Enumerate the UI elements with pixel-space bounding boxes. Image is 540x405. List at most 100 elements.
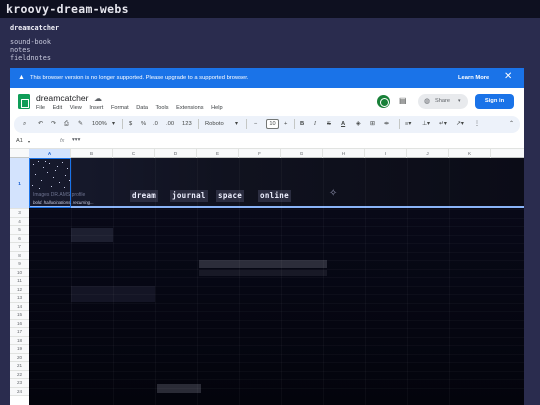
font-size-input[interactable]: 10 — [266, 119, 279, 129]
row-header-11[interactable]: 11 — [10, 277, 29, 286]
document-title[interactable]: dreamcatcher — [36, 93, 89, 103]
more-formats-button[interactable]: 123 — [182, 120, 192, 128]
row-header-18[interactable]: 18 — [10, 336, 29, 345]
row-header-13[interactable]: 13 — [10, 294, 29, 303]
menu-tools[interactable]: Tools — [156, 105, 169, 111]
learn-more-link[interactable]: Learn More — [458, 75, 489, 81]
column-header-a[interactable]: A — [29, 149, 71, 158]
nav-link-notes[interactable]: notes — [10, 46, 59, 54]
collapse-toolbar-icon[interactable]: ⌃ — [509, 120, 514, 128]
grid-line — [29, 345, 524, 346]
dim-cell-block — [199, 260, 327, 268]
font-chevron-icon[interactable]: ▾ — [235, 120, 238, 128]
cloud-status-icon[interactable]: ☁ — [94, 94, 102, 103]
row-header-6[interactable]: 6 — [10, 234, 29, 243]
row-header-10[interactable]: 10 — [10, 268, 29, 277]
sign-in-button[interactable]: Sign in — [475, 94, 514, 109]
row-header-9[interactable]: 9 — [10, 260, 29, 269]
grid-line — [29, 379, 524, 380]
formula-input[interactable]: ▾▾▾ — [72, 137, 80, 143]
italic-button[interactable]: I — [314, 120, 316, 128]
column-header-e[interactable]: E — [197, 149, 239, 158]
close-icon[interactable]: ✕ — [504, 72, 512, 82]
search-menus-icon[interactable]: ⌕ — [23, 120, 26, 128]
column-header-g[interactable]: G — [281, 149, 323, 158]
menu-data[interactable]: Data — [136, 105, 148, 111]
nav-tag-journal[interactable]: journal — [170, 190, 208, 202]
name-box[interactable]: A1 — [16, 138, 23, 144]
borders-icon[interactable]: ⊞ — [370, 120, 375, 128]
percent-format-button[interactable]: % — [141, 120, 146, 128]
strikethrough-button[interactable]: S — [327, 120, 331, 128]
sparkle-icon: ✧ — [329, 188, 338, 199]
more-icon[interactable]: ⋮ — [474, 120, 480, 128]
zoom-select[interactable]: 100% — [92, 120, 107, 128]
sheets-logo-icon[interactable] — [18, 94, 30, 109]
row-header-17[interactable]: 17 — [10, 328, 29, 337]
row-header-15[interactable]: 15 — [10, 311, 29, 320]
row-header-5[interactable]: 5 — [10, 226, 29, 235]
nav-tag-online[interactable]: online — [258, 190, 291, 202]
merge-cells-icon[interactable]: ⇹ — [384, 120, 389, 128]
row-header-20[interactable]: 20 — [10, 353, 29, 362]
horizontal-align-icon[interactable]: ≡▾ — [405, 120, 411, 128]
toolbar: ⌕ ↶ ↷ ⎙ ✎ 100% ▾ $ % .0 .00 123 Roboto ▾… — [14, 116, 520, 133]
menu-view[interactable]: View — [70, 105, 82, 111]
bold-button[interactable]: B — [300, 120, 304, 128]
share-button[interactable]: ◍ Share ▾ — [418, 94, 468, 109]
row-header-1[interactable]: 1 — [10, 158, 29, 209]
row-header-21[interactable]: 21 — [10, 362, 29, 371]
currency-format-button[interactable]: $ — [129, 120, 132, 128]
column-header-b[interactable]: B — [71, 149, 113, 158]
increase-decimal-button[interactable]: .00 — [166, 120, 174, 128]
comment-icon[interactable]: ▤ — [399, 96, 407, 105]
menu-extensions[interactable]: Extensions — [176, 105, 203, 111]
menu-format[interactable]: Format — [111, 105, 129, 111]
row-header-22[interactable]: 22 — [10, 370, 29, 379]
row-header-23[interactable]: 23 — [10, 379, 29, 388]
undo-icon[interactable]: ↶ — [38, 120, 43, 128]
row-header-3[interactable]: 3 — [10, 209, 29, 218]
row-header-14[interactable]: 14 — [10, 302, 29, 311]
site-brand[interactable]: dreamcatcher — [10, 24, 59, 32]
column-header-h[interactable]: H — [323, 149, 365, 158]
redo-icon[interactable]: ↷ — [51, 120, 56, 128]
zoom-chevron-icon[interactable]: ▾ — [112, 120, 115, 128]
meet-icon[interactable] — [377, 95, 390, 108]
name-box-chevron-icon[interactable]: ▾ — [28, 139, 30, 144]
row-header-12[interactable]: 12 — [10, 285, 29, 294]
font-select[interactable]: Roboto — [205, 120, 224, 128]
menu-file[interactable]: File — [36, 105, 45, 111]
row-header-19[interactable]: 19 — [10, 345, 29, 354]
decrease-font-size-button[interactable]: − — [254, 120, 257, 128]
column-header-j[interactable]: J — [407, 149, 449, 158]
column-header-k[interactable]: K — [449, 149, 491, 158]
nav-tag-dream[interactable]: dream — [130, 190, 159, 202]
grid-line — [29, 286, 524, 287]
text-color-button[interactable]: A — [341, 120, 345, 128]
column-header-f[interactable]: F — [239, 149, 281, 158]
cell-area[interactable]: Images DR.AMS profile bold. hallucinatio… — [29, 158, 524, 405]
row-header-4[interactable]: 4 — [10, 217, 29, 226]
column-header-d[interactable]: D — [155, 149, 197, 158]
row-header-24[interactable]: 24 — [10, 387, 29, 396]
row-header-8[interactable]: 8 — [10, 251, 29, 260]
nav-link-fieldnotes[interactable]: fieldnotes — [10, 54, 59, 62]
menu-insert[interactable]: Insert — [89, 105, 103, 111]
nav-link-sound-book[interactable]: sound-book — [10, 38, 59, 46]
increase-font-size-button[interactable]: + — [284, 120, 287, 128]
decrease-decimal-button[interactable]: .0 — [153, 120, 158, 128]
column-header-c[interactable]: C — [113, 149, 155, 158]
paint-format-icon[interactable]: ✎ — [78, 120, 83, 128]
fill-color-icon[interactable]: ◈ — [356, 120, 360, 128]
text-rotation-icon[interactable]: ↗▾ — [456, 120, 464, 128]
row-header-7[interactable]: 7 — [10, 243, 29, 252]
row-header-16[interactable]: 16 — [10, 319, 29, 328]
text-wrap-icon[interactable]: ↵▾ — [439, 120, 447, 128]
column-header-i[interactable]: I — [365, 149, 407, 158]
print-icon[interactable]: ⎙ — [64, 120, 69, 128]
menu-edit[interactable]: Edit — [53, 105, 63, 111]
vertical-align-icon[interactable]: ⊥▾ — [422, 120, 430, 128]
site-title[interactable]: kroovy-dream-webs — [6, 2, 129, 16]
menu-help[interactable]: Help — [211, 105, 223, 111]
